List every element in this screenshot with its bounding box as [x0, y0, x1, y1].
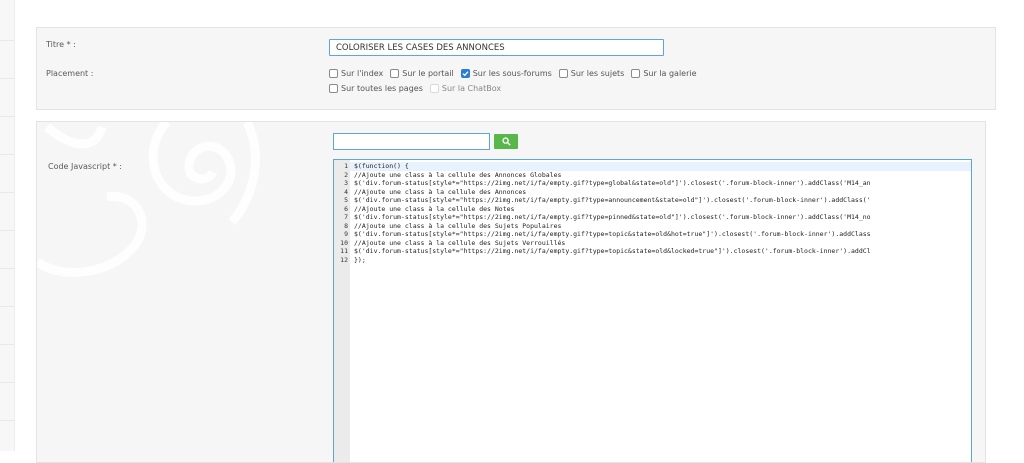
- line-number: 6: [344, 204, 348, 213]
- code-comment-line: //Ajoute une class à la cellule des Note…: [354, 204, 515, 213]
- placement-options-row-1: Sur l'index Sur le portail Sur les sous-…: [329, 69, 704, 78]
- checkbox-all-pages[interactable]: [329, 84, 338, 93]
- code-line: });: [354, 255, 366, 264]
- swirl-decoration: [37, 122, 260, 277]
- line-number: 10: [340, 238, 348, 247]
- search-button[interactable]: [494, 134, 518, 149]
- general-settings-panel: Titre * : COLORISER LES CASES DES ANNONC…: [36, 27, 996, 110]
- line-number: 3: [344, 179, 348, 187]
- line-number: 5: [344, 196, 348, 204]
- placement-option-all-pages[interactable]: Sur toutes les pages: [329, 84, 423, 93]
- line-number: 11: [340, 247, 348, 255]
- title-label: Titre * :: [46, 40, 76, 49]
- code-label: Code Javascript * :: [48, 162, 122, 171]
- code-search-input[interactable]: [333, 133, 490, 150]
- line-number: 4: [344, 187, 348, 196]
- checkbox-subforums[interactable]: [460, 69, 470, 78]
- code-line: $('div.forum-status[style*="https://2img…: [354, 230, 871, 238]
- code-comment-line: //Ajoute une class à la cellule des Anno…: [354, 187, 527, 196]
- placement-option-index[interactable]: Sur l'index: [329, 69, 383, 78]
- placement-option-gallery[interactable]: Sur la galerie: [631, 69, 697, 78]
- code-comment-line: //Ajoute une class à la cellule des Suje…: [354, 221, 562, 230]
- code-line: $('div.forum-status[style*="https://2img…: [354, 179, 871, 187]
- placement-option-chatbox: Sur la ChatBox: [429, 84, 501, 93]
- title-input[interactable]: COLORISER LES CASES DES ANNONCES: [329, 39, 664, 56]
- code-comment-line: //Ajoute une class à la cellule des Suje…: [354, 238, 566, 247]
- javascript-code-panel: Code Javascript * : 1 2 3 4 5 6 7 8 9 10…: [36, 121, 986, 463]
- code-comment-line: //Ajoute une class à la cellule des Anno…: [354, 170, 562, 179]
- left-sidebar-strip: [0, 0, 15, 451]
- code-editor[interactable]: 1 2 3 4 5 6 7 8 9 10 11 12 $(function() …: [333, 159, 972, 462]
- search-icon: [501, 137, 511, 146]
- line-number: 2: [344, 170, 348, 179]
- line-number: 7: [344, 213, 348, 221]
- line-number: 9: [344, 230, 348, 238]
- checkbox-topics[interactable]: [558, 69, 568, 78]
- placement-options-row-2: Sur toutes les pages Sur la ChatBox: [329, 84, 508, 93]
- checkbox-gallery[interactable]: [631, 69, 641, 78]
- code-line: $('div.forum-status[style*="https://2img…: [354, 196, 871, 204]
- placement-label: Placement :: [46, 69, 94, 78]
- placement-option-subforums[interactable]: Sur les sous-forums: [460, 69, 552, 78]
- code-line: $('div.forum-status[style*="https://2img…: [354, 247, 871, 255]
- line-number-gutter: 1 2 3 4 5 6 7 8 9 10 11 12: [334, 160, 350, 462]
- code-line: $(function() {: [354, 162, 409, 170]
- code-line: $('div.forum-status[style*="https://2img…: [354, 213, 871, 221]
- checkmark-icon: [462, 71, 469, 77]
- placement-option-portal[interactable]: Sur le portail: [390, 69, 454, 78]
- placement-option-topics[interactable]: Sur les sujets: [558, 69, 624, 78]
- line-number: 8: [344, 221, 348, 230]
- line-number: 1: [344, 162, 348, 170]
- checkbox-portal[interactable]: [390, 69, 400, 78]
- checkbox-chatbox: [429, 84, 439, 93]
- checkbox-index[interactable]: [329, 69, 338, 78]
- code-lines[interactable]: $(function() { //Ajoute une class à la c…: [354, 160, 971, 264]
- line-number: 12: [340, 255, 348, 264]
